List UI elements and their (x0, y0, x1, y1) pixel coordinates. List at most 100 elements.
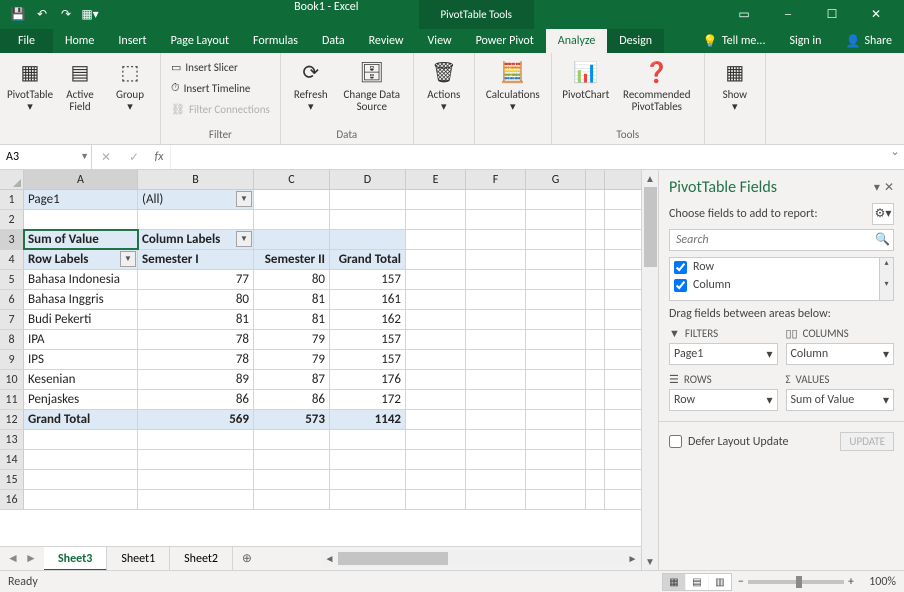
cell[interactable] (406, 470, 466, 489)
active-field-button[interactable]: ▤Active Field (56, 55, 104, 123)
update-button[interactable]: UPDATE (840, 432, 894, 451)
columns-drop[interactable]: Column▾ (786, 343, 895, 365)
cell[interactable] (466, 190, 526, 209)
col-header[interactable]: B (138, 170, 254, 189)
values-drop[interactable]: Sum of Value▾ (786, 389, 895, 411)
scroll-down-icon[interactable]: ▾ (880, 279, 893, 300)
sign-in[interactable]: Sign in (777, 29, 833, 53)
normal-view-button[interactable]: ▦ (663, 574, 685, 590)
cell[interactable] (406, 390, 466, 409)
field-search-input[interactable] (669, 229, 894, 251)
search-icon[interactable]: 🔍 (875, 232, 890, 247)
row-header[interactable]: 3 (0, 230, 24, 249)
col-header[interactable] (586, 170, 605, 189)
cell[interactable] (526, 210, 586, 229)
cell[interactable] (466, 330, 526, 349)
filter-connections-button[interactable]: ⛓Filter Connections (167, 99, 274, 119)
share-button[interactable]: 👤Share (833, 29, 904, 53)
cell[interactable]: 162 (330, 310, 406, 329)
cell[interactable]: 78 (138, 330, 254, 349)
cell[interactable]: 157 (330, 270, 406, 289)
cell[interactable] (466, 370, 526, 389)
cell[interactable]: 1142 (330, 410, 406, 429)
cell[interactable]: Semester II (254, 250, 330, 269)
minimize-icon[interactable]: ─ (770, 3, 806, 27)
cell[interactable] (138, 450, 254, 469)
cell[interactable] (466, 250, 526, 269)
filter-dropdown-icon[interactable]: ▼ (120, 251, 136, 267)
cell[interactable] (24, 450, 138, 469)
cell[interactable] (526, 270, 586, 289)
pivotchart-button[interactable]: 📊PivotChart (558, 55, 614, 123)
cell[interactable] (466, 470, 526, 489)
filters-drop[interactable]: Page1▾ (669, 343, 778, 365)
cell[interactable] (466, 430, 526, 449)
cell[interactable] (526, 190, 586, 209)
sheet-tab[interactable]: Sheet3 (44, 547, 107, 571)
cell[interactable]: 569 (138, 410, 254, 429)
close-icon[interactable]: ✕ (858, 3, 894, 27)
add-sheet-button[interactable]: ⊕ (233, 551, 261, 566)
cell[interactable] (526, 470, 586, 489)
accept-formula-icon[interactable]: ✓ (120, 150, 148, 165)
cell[interactable] (254, 430, 330, 449)
page-break-button[interactable]: ▥ (709, 574, 731, 590)
col-header[interactable]: F (466, 170, 526, 189)
tab-data[interactable]: Data (310, 29, 357, 53)
row-header[interactable]: 4 (0, 250, 24, 269)
row-header[interactable]: 11 (0, 390, 24, 409)
cell[interactable] (406, 350, 466, 369)
cell[interactable] (254, 470, 330, 489)
cell[interactable] (254, 230, 330, 249)
actions-button[interactable]: 🗑Actions▾ (420, 55, 468, 123)
cell[interactable] (406, 250, 466, 269)
tab-view[interactable]: View (416, 29, 464, 53)
cell[interactable] (526, 250, 586, 269)
cell[interactable] (330, 470, 406, 489)
chevron-down-icon[interactable]: ▾ (874, 180, 880, 195)
tab-file[interactable]: File (0, 29, 53, 53)
cell[interactable] (406, 330, 466, 349)
field-checkbox[interactable] (674, 261, 687, 274)
cell[interactable]: 176 (330, 370, 406, 389)
zoom-slider[interactable] (748, 580, 844, 584)
cell[interactable]: 81 (254, 290, 330, 309)
cell[interactable] (466, 390, 526, 409)
tab-formulas[interactable]: Formulas (241, 29, 310, 53)
filter-dropdown-icon[interactable]: ▼ (236, 231, 252, 247)
tab-design[interactable]: Design (607, 29, 664, 53)
cell[interactable] (24, 210, 138, 229)
close-pane-icon[interactable]: ✕ (884, 180, 894, 195)
row-header[interactable]: 14 (0, 450, 24, 469)
row-header[interactable]: 9 (0, 350, 24, 369)
cell[interactable] (526, 450, 586, 469)
cell[interactable]: 80 (254, 270, 330, 289)
chevron-down-icon[interactable]: ▼ (80, 151, 89, 162)
cell[interactable] (24, 490, 138, 509)
tab-analyze[interactable]: Analyze (546, 29, 608, 53)
row-header[interactable]: 12 (0, 410, 24, 429)
cell[interactable] (330, 430, 406, 449)
cell[interactable]: 77 (138, 270, 254, 289)
col-header[interactable]: D (330, 170, 406, 189)
sheet-nav-next-icon[interactable]: ► (22, 551, 40, 566)
save-icon[interactable]: 💾 (6, 3, 30, 27)
pivottable-button[interactable]: ▦PivotTable▾ (6, 55, 54, 123)
cell[interactable]: Grand Total (330, 250, 406, 269)
tell-me[interactable]: 💡Tell me... (691, 29, 778, 53)
sheet-nav-prev-icon[interactable]: ◄ (4, 551, 22, 566)
defer-layout-checkbox[interactable]: Defer Layout Update (669, 435, 789, 449)
cell[interactable] (24, 430, 138, 449)
scroll-up-icon[interactable]: ▴ (880, 258, 893, 279)
col-header[interactable]: A (24, 170, 138, 189)
maximize-icon[interactable]: ☐ (814, 3, 850, 27)
cell[interactable] (406, 310, 466, 329)
cell[interactable]: 573 (254, 410, 330, 429)
cell[interactable]: 161 (330, 290, 406, 309)
row-header[interactable]: 7 (0, 310, 24, 329)
cell[interactable] (138, 430, 254, 449)
cell[interactable] (406, 450, 466, 469)
page-layout-button[interactable]: ▤ (686, 574, 708, 590)
cell[interactable] (526, 230, 586, 249)
cell[interactable] (254, 450, 330, 469)
